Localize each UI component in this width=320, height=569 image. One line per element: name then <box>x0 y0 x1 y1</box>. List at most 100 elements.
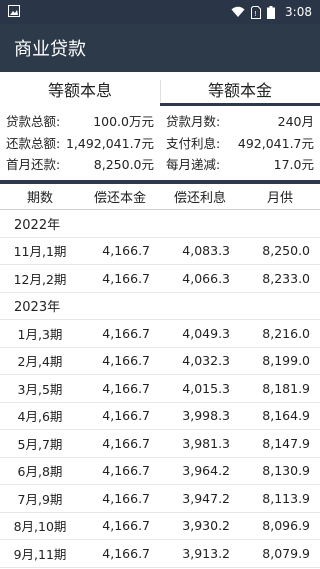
payment-cell: 8,181.9 <box>262 380 310 396</box>
principal-cell: 4,166.7 <box>102 490 150 506</box>
summary-item: 每月递减: 17.0元 <box>164 154 316 173</box>
payment-cell: 8,233.0 <box>262 270 310 286</box>
table-row[interactable]: 9月,11期 4,166.7 3,913.2 8,079.9 <box>0 540 320 568</box>
period-cell: 5月,7期 <box>17 436 63 452</box>
period-cell: 4月,6期 <box>17 409 63 425</box>
column-header-payment: 月供 <box>266 191 293 206</box>
interest-cell: 3,981.3 <box>182 435 230 451</box>
year-label: 2022年 <box>14 217 61 233</box>
loan-months-value: 240月 <box>277 114 314 130</box>
monthly-decrease-label: 每月递减: <box>166 157 221 173</box>
payment-cell: 8,079.9 <box>262 545 310 561</box>
payment-cell: 8,130.9 <box>262 463 310 479</box>
period-cell: 1月,3期 <box>17 326 63 342</box>
table-row[interactable]: 6月,8期 4,166.7 3,964.2 8,130.9 <box>0 458 320 485</box>
first-month-value: 8,250.0元 <box>93 157 154 173</box>
principal-cell: 4,166.7 <box>102 545 150 561</box>
summary-item: 贷款月数: 240月 <box>164 111 316 130</box>
repay-total-value: 1,492,041.7元 <box>65 135 154 151</box>
interest-cell: 4,083.3 <box>182 243 230 259</box>
summary-item: 首月还款: 8,250.0元 <box>4 154 156 173</box>
year-header: 2023年 <box>0 293 320 320</box>
year-label: 2023年 <box>14 300 61 316</box>
tab-divider <box>160 80 161 102</box>
period-cell: 2月,4期 <box>17 354 63 370</box>
interest-cell: 3,913.2 <box>182 545 230 561</box>
interest-paid-value: 492,041.7元 <box>237 135 314 151</box>
payment-cell: 8,216.0 <box>262 325 310 341</box>
payment-cell: 8,164.9 <box>262 408 310 424</box>
table-row[interactable]: 7月,9期 4,166.7 3,947.2 8,113.9 <box>0 485 320 513</box>
period-cell: 8月,10期 <box>13 519 67 535</box>
table-row[interactable]: 12月,2期 4,166.7 4,066.3 8,233.0 <box>0 265 320 293</box>
period-cell: 3月,5期 <box>17 381 63 397</box>
table-row[interactable]: 4月,6期 4,166.7 3,998.3 8,164.9 <box>0 403 320 430</box>
principal-cell: 4,166.7 <box>102 435 150 451</box>
table-row[interactable]: 3月,5期 4,166.7 4,015.3 8,181.9 <box>0 375 320 403</box>
principal-cell: 4,166.7 <box>102 353 150 369</box>
page-title: 商业贷款 <box>14 39 86 60</box>
battery-icon <box>267 5 276 19</box>
table-row[interactable]: 2月,4期 4,166.7 4,032.3 8,199.0 <box>0 348 320 375</box>
interest-cell: 4,015.3 <box>182 380 230 396</box>
principal-cell: 4,166.7 <box>102 325 150 341</box>
repay-total-label: 还款总额: <box>6 135 61 151</box>
tab-label: 等额本金 <box>207 81 272 100</box>
loan-total-label: 贷款总额: <box>6 114 61 130</box>
period-cell: 6月,8期 <box>17 464 63 480</box>
summary-item: 贷款总额: 100.0万元 <box>4 111 156 130</box>
payment-cell: 8,199.0 <box>262 353 310 369</box>
table-header: 期数 偿还本金 偿还利息 月供 <box>0 184 320 210</box>
summary-item: 支付利息: 492,041.7元 <box>164 133 316 152</box>
principal-cell: 4,166.7 <box>102 408 150 424</box>
column-header-period: 期数 <box>26 191 53 206</box>
table-row[interactable]: 5月,7期 4,166.7 3,981.3 8,147.9 <box>0 430 320 458</box>
summary-item: 还款总额: 1,492,041.7元 <box>4 133 156 152</box>
interest-cell: 4,032.3 <box>182 353 230 369</box>
principal-cell: 4,166.7 <box>102 380 150 396</box>
payment-cell: 8,096.9 <box>262 518 310 534</box>
principal-cell: 4,166.7 <box>102 518 150 534</box>
monthly-decrease-value: 17.0元 <box>273 157 314 173</box>
summary-row: 贷款总额: 100.0万元 贷款月数: 240月 <box>4 110 316 132</box>
tab-equal-principal[interactable]: 等额本金 <box>160 72 320 106</box>
column-header-interest: 偿还利息 <box>173 191 226 206</box>
interest-cell: 3,998.3 <box>182 408 230 424</box>
image-notification-icon <box>8 5 20 17</box>
loan-summary: 贷款总额: 100.0万元 贷款月数: 240月 还款总额: 1,492,041… <box>0 106 320 178</box>
interest-cell: 3,964.2 <box>182 463 230 479</box>
column-header-principal: 偿还本金 <box>93 191 146 206</box>
svg-text:!: ! <box>254 10 257 18</box>
summary-row: 还款总额: 1,492,041.7元 支付利息: 492,041.7元 <box>4 132 316 154</box>
period-cell: 12月,2期 <box>13 271 67 287</box>
payment-cell: 8,250.0 <box>262 243 310 259</box>
table-row[interactable]: 11月,1期 4,166.7 4,083.3 8,250.0 <box>0 238 320 265</box>
interest-cell: 3,930.2 <box>182 518 230 534</box>
tab-label: 等额本息 <box>47 81 112 100</box>
principal-cell: 4,166.7 <box>102 270 150 286</box>
payment-cell: 8,147.9 <box>262 435 310 451</box>
interest-cell: 4,049.3 <box>182 325 230 341</box>
principal-cell: 4,166.7 <box>102 243 150 259</box>
repayment-table: 期数 偿还本金 偿还利息 月供 2022年 11月,1期 4,166.7 4,0… <box>0 184 320 568</box>
loan-months-label: 贷款月数: <box>166 114 221 130</box>
app-bar: 商业贷款 <box>0 24 320 72</box>
wifi-icon <box>231 6 245 17</box>
payment-cell: 8,113.9 <box>262 490 310 506</box>
year-header: 2022年 <box>0 210 320 238</box>
summary-row: 首月还款: 8,250.0元 每月递减: 17.0元 <box>4 153 316 175</box>
first-month-label: 首月还款: <box>6 157 61 173</box>
loan-total-value: 100.0万元 <box>93 114 154 130</box>
table-row[interactable]: 8月,10期 4,166.7 3,930.2 8,096.9 <box>0 513 320 540</box>
no-sim-icon: ! <box>251 5 262 19</box>
interest-cell: 4,066.3 <box>182 270 230 286</box>
interest-paid-label: 支付利息: <box>166 135 221 151</box>
interest-cell: 3,947.2 <box>182 490 230 506</box>
status-bar: ! 3:08 <box>0 0 320 24</box>
status-time: 3:08 <box>285 5 312 19</box>
period-cell: 11月,1期 <box>13 244 67 260</box>
table-row[interactable]: 1月,3期 4,166.7 4,049.3 8,216.0 <box>0 320 320 348</box>
period-cell: 7月,9期 <box>17 491 63 507</box>
tab-equal-installment[interactable]: 等额本息 <box>0 72 160 106</box>
period-cell: 9月,11期 <box>13 546 67 562</box>
